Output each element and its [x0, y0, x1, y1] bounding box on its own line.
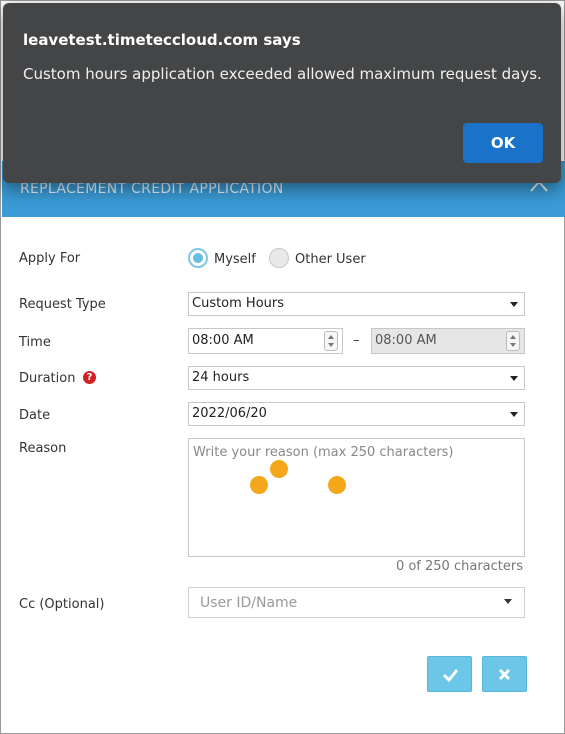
date-label: Date — [19, 408, 51, 423]
reason-placeholder: Write your reason (max 250 characters) — [193, 445, 454, 460]
time-separator: – — [353, 333, 360, 348]
ok-button[interactable]: OK — [463, 123, 543, 163]
submit-button[interactable] — [427, 656, 472, 692]
check-icon — [442, 669, 459, 683]
duration-label: Duration — [19, 371, 76, 386]
cancel-button[interactable] — [482, 656, 527, 692]
duration-value: 24 hours — [192, 370, 250, 385]
date-value: 2022/06/20 — [192, 406, 267, 421]
close-icon — [498, 668, 511, 681]
reason-label: Reason — [19, 441, 67, 456]
alert-message: Custom hours application exceeded allowe… — [23, 65, 542, 83]
time-to-input: 08:00 AM — [371, 328, 525, 354]
request-type-value: Custom Hours — [192, 296, 285, 311]
cc-user-select[interactable]: User ID/Name — [188, 587, 525, 618]
browser-alert-dialog: leavetest.timeteccloud.com says Custom h… — [3, 3, 561, 183]
date-select[interactable]: 2022/06/20 — [188, 402, 525, 426]
request-type-select[interactable]: Custom Hours — [188, 292, 525, 316]
request-type-label: Request Type — [19, 297, 106, 312]
time-from-spinner-icon[interactable] — [324, 331, 338, 351]
char-count: 0 of 250 characters — [395, 559, 523, 574]
panel-title: REPLACEMENT CREDIT APPLICATION — [20, 181, 284, 197]
radio-other-user[interactable] — [269, 248, 289, 268]
reason-textarea[interactable]: Write your reason (max 250 characters) — [188, 438, 525, 557]
cc-placeholder: User ID/Name — [200, 595, 298, 611]
radio-myself-label[interactable]: Myself — [214, 252, 256, 267]
caret-down-icon — [504, 599, 512, 604]
radio-myself[interactable] — [188, 248, 208, 268]
time-from-input[interactable]: 08:00 AM — [188, 328, 343, 354]
time-from-value: 08:00 AM — [192, 333, 254, 348]
apply-for-label: Apply For — [19, 251, 81, 266]
loading-dot — [250, 476, 268, 494]
cc-label: Cc (Optional) — [19, 597, 105, 612]
time-label: Time — [19, 335, 51, 350]
time-to-value: 08:00 AM — [375, 333, 437, 348]
duration-select[interactable]: 24 hours — [188, 366, 525, 390]
loading-dot — [328, 476, 346, 494]
chevron-down-icon — [510, 376, 518, 381]
chevron-down-icon — [510, 412, 518, 417]
help-icon[interactable]: ? — [83, 371, 96, 384]
chevron-down-icon — [510, 302, 518, 307]
alert-title: leavetest.timeteccloud.com says — [23, 31, 301, 49]
loading-dot — [270, 460, 288, 478]
time-to-spinner-icon — [506, 331, 520, 351]
radio-other-user-label[interactable]: Other User — [295, 252, 366, 267]
